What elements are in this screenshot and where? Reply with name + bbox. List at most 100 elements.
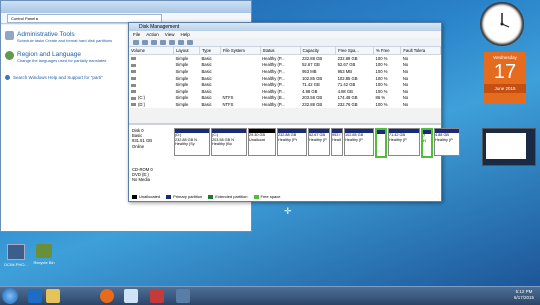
table-row[interactable]: Simple Basic Healthy (P... 52.67 GB 52.67 GB… [129, 62, 441, 69]
table-cell: Simple [175, 88, 189, 94]
cdrom-label[interactable]: CD-ROM 0 DVD (E:) No Media [132, 167, 172, 183]
clock-gadget[interactable] [480, 2, 524, 46]
table-cell: 102.85 GB [337, 75, 358, 81]
table-cell: No [402, 75, 409, 81]
col-filesystem[interactable]: File System [220, 47, 261, 55]
partition-block[interactable] [375, 128, 387, 158]
table-cell: Simple [175, 75, 189, 81]
col-capacity[interactable]: Capacity [300, 47, 337, 55]
table-cell: (D:) [129, 101, 174, 108]
table-cell: NTFS [222, 101, 234, 107]
up-icon[interactable] [151, 39, 157, 45]
partition-status: Healthy (Bo [212, 142, 232, 146]
volume-icon [131, 90, 136, 94]
settings-icon[interactable] [187, 39, 193, 45]
table-row[interactable]: (C:) Simple Basic NTFS Healthy (B... 203.58 G… [129, 95, 441, 102]
system-clock[interactable]: 5:12 PM 6/17/2015 [514, 289, 534, 301]
back-icon[interactable] [133, 39, 139, 45]
disk-graphical-view: Disk 0 Basic 931.51 GB Online (D:) 232.88… [129, 123, 460, 201]
category-title[interactable]: Region and Language [17, 51, 106, 58]
partition-status: Healthy (P [435, 137, 453, 142]
legend-extended: Extended partition [208, 194, 248, 199]
table-row[interactable]: Simple Basic Healthy (P... 71.42 GB 71.42 GB… [129, 81, 441, 88]
partition-block[interactable]: (C:) 203.58 GB N Healthy (Bo [211, 128, 247, 156]
table-cell [129, 75, 174, 82]
slideshow-image [486, 133, 526, 159]
desktop-icon-dcim[interactable]: DCIM-PHO... [2, 244, 30, 267]
partition-status: Healthy (P [309, 137, 327, 142]
table-row[interactable]: Simple Basic Healthy (P... 102.85 GB 102.85 … [129, 75, 441, 82]
table-cell: No [402, 88, 409, 94]
partition-status: Healthy (P [345, 137, 363, 142]
calendar-gadget[interactable]: Wednesday 17 June 2015 [484, 52, 526, 104]
disk-management-titlebar[interactable]: Disk Management [129, 23, 441, 31]
table-row[interactable]: Simple Basic Healthy (P... 232.88 GB 232.88 … [129, 55, 441, 62]
table-cell: 232.88 GB [302, 55, 323, 61]
table-cell: 4.88 GB [337, 88, 353, 94]
refresh-icon[interactable] [178, 39, 184, 45]
computer-icon [7, 244, 25, 260]
partition-block[interactable]: 52.67 GB Healthy (P [308, 128, 330, 156]
properties-icon[interactable] [160, 39, 166, 45]
table-cell: 953 MB [302, 68, 317, 74]
table-cell: 86 % [375, 95, 386, 101]
col-layout[interactable]: Layout [173, 47, 200, 55]
col-free-space[interactable]: Free Spa... [335, 47, 375, 55]
forward-icon[interactable] [142, 39, 148, 45]
table-cell: Basic [201, 82, 212, 88]
table-cell: Simple [175, 55, 189, 61]
category-administrative-tools[interactable]: Administrative Tools Schedule tasks Crea… [5, 31, 112, 43]
table-cell [220, 68, 260, 75]
menu-view[interactable]: View [165, 31, 175, 38]
disk-management-task-icon[interactable] [176, 289, 190, 303]
partition-bar [377, 130, 385, 134]
menu-file[interactable]: File [133, 31, 140, 38]
category-title[interactable]: Administrative Tools [17, 31, 112, 38]
partition-block[interactable]: 102.85 GB Healthy (P [344, 128, 374, 156]
category-subtitle[interactable]: Change the languages used for partially … [17, 58, 106, 63]
table-cell [129, 62, 174, 69]
volume-icon [131, 70, 136, 74]
partition-block[interactable]: 232.88 GB Healthy (Pr [277, 128, 307, 156]
volume-icon [131, 83, 136, 87]
partition-block[interactable]: 7H [421, 128, 433, 158]
control-panel-task-icon[interactable] [124, 289, 138, 303]
table-cell: No [402, 62, 409, 68]
menu-bar: File Action View Help [129, 31, 441, 38]
partition-block[interactable]: 29.30 GB Unallocat [248, 128, 276, 156]
desktop-icon-label: Recycle Bin [33, 260, 55, 265]
table-cell: NTFS [222, 95, 234, 101]
control-panel-titlebar[interactable] [1, 1, 251, 13]
slideshow-gadget[interactable] [482, 128, 536, 166]
app-task-icon[interactable] [150, 289, 164, 303]
desktop-icon-recycle-bin[interactable]: Recycle Bin [30, 244, 58, 265]
partition-block[interactable]: 953 I Healt [331, 128, 343, 156]
partition-block[interactable]: 4.88 GB Healthy (P [434, 128, 460, 156]
disk0-label[interactable]: Disk 0 Basic 931.51 GB Online [132, 128, 172, 149]
col-status[interactable]: Status [260, 47, 301, 55]
firefox-icon[interactable] [100, 289, 114, 303]
ie-icon[interactable] [28, 289, 42, 303]
menu-action[interactable]: Action [146, 31, 159, 38]
table-row[interactable]: Simple Basic Healthy (P... 4.88 GB 4.88 GB 10… [129, 88, 441, 95]
category-region-language[interactable]: Region and Language Change the languages… [5, 51, 106, 63]
mouse-cursor-icon: ✛ [284, 206, 292, 216]
help-icon[interactable] [169, 39, 175, 45]
table-cell: Healthy (P... [262, 75, 285, 81]
start-button-icon[interactable] [2, 288, 18, 304]
explorer-icon[interactable] [46, 289, 60, 303]
table-cell: Healthy (B... [262, 95, 286, 101]
col-fault-tolerance[interactable]: Fault Tolera [400, 47, 441, 55]
table-row[interactable]: (D:) Simple Basic NTFS Healthy (P... 232.88 G… [129, 101, 441, 108]
clock-hands-icon [500, 13, 510, 28]
col-volume[interactable]: Volume [129, 47, 174, 55]
col-type[interactable]: Type [199, 47, 221, 55]
legend: Unallocated Primary partition Extended p… [132, 194, 281, 199]
table-row[interactable]: Simple Basic Healthy (P... 953 MB 953 MB 100 … [129, 68, 441, 75]
col-percent-free[interactable]: % Free [373, 47, 402, 55]
partition-block[interactable]: (D:) 232.88 GB N Healthy (Sy [174, 128, 210, 156]
menu-help[interactable]: Help [180, 31, 189, 38]
help-search-link[interactable]: Search Windows Help and Support for "par… [5, 75, 103, 80]
partition-block[interactable]: 71.42 GB Healthy (P [388, 128, 420, 156]
category-subtitle[interactable]: Schedule tasks Create and format hard di… [17, 38, 112, 43]
